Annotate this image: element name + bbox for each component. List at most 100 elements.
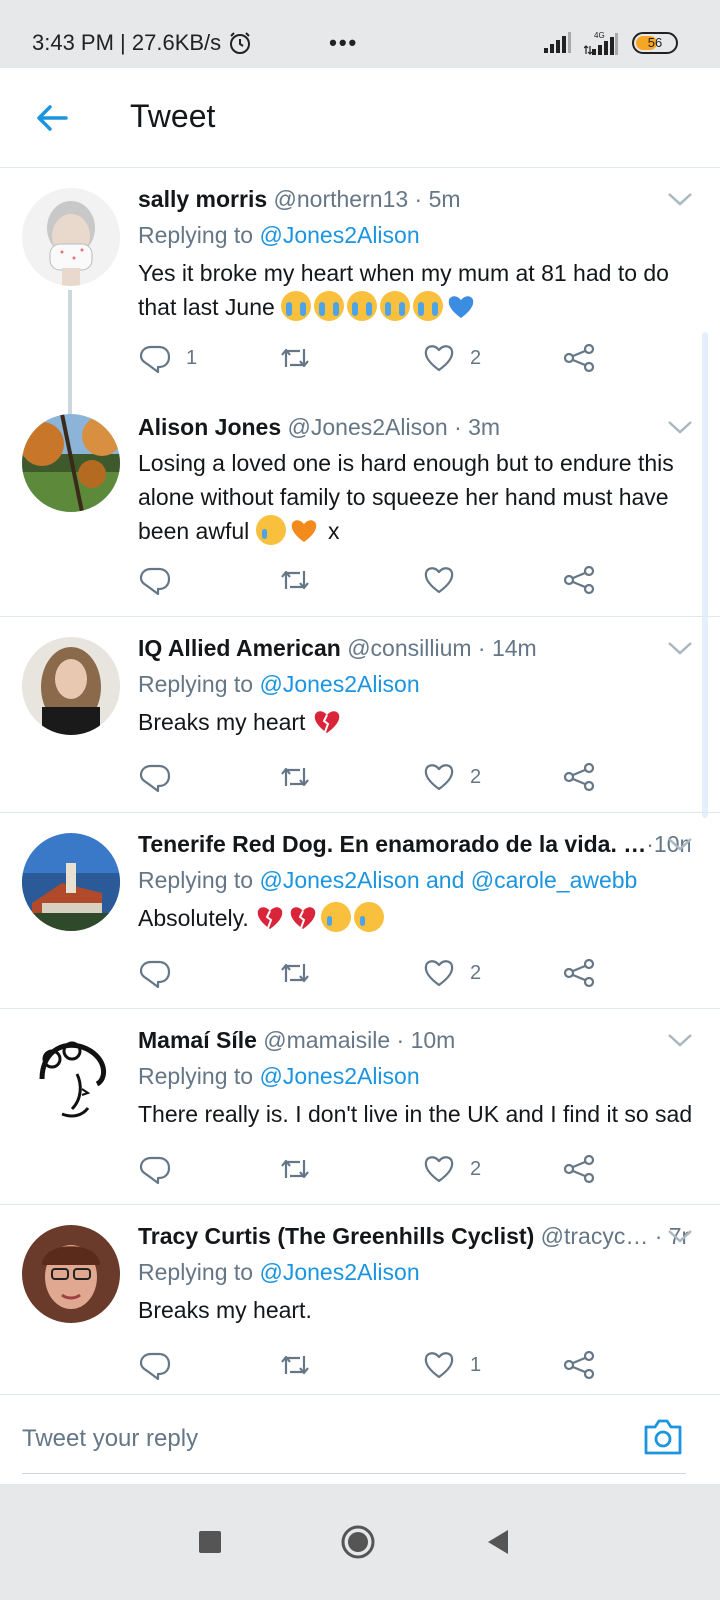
tweet-text-content: There really is. I don't live in the UK … bbox=[138, 1101, 693, 1127]
avatar[interactable] bbox=[22, 188, 120, 286]
avatar[interactable] bbox=[22, 1225, 120, 1323]
reply-button[interactable] bbox=[138, 560, 186, 600]
tweet-text: Breaks my heart bbox=[138, 705, 690, 739]
chevron-down-icon[interactable] bbox=[666, 1031, 694, 1049]
circle-icon[interactable] bbox=[338, 1522, 378, 1562]
retweet-button[interactable] bbox=[278, 338, 326, 378]
like-button[interactable]: 1 bbox=[422, 1345, 481, 1385]
battery-indicator: 56 bbox=[632, 32, 678, 54]
tweet-text: Absolutely. bbox=[138, 901, 690, 935]
avatar[interactable] bbox=[22, 414, 120, 512]
author-handle-time: @mamaisile · 10m bbox=[263, 1027, 456, 1053]
tweet-item[interactable]: Tenerife Red Dog. En enamorado de la vid… bbox=[0, 813, 720, 1009]
reply-button[interactable] bbox=[138, 1345, 186, 1385]
heart-icon bbox=[424, 1352, 454, 1379]
tweet-actions: 1 2 bbox=[138, 338, 608, 378]
tweet-text: Yes it broke my heart when my mum at 81 … bbox=[138, 256, 690, 324]
heart-icon bbox=[424, 1156, 454, 1183]
reply-composer bbox=[0, 1394, 720, 1484]
reply-button[interactable] bbox=[138, 953, 186, 993]
tweet-item[interactable]: Tracy Curtis (The Greenhills Cyclist) @t… bbox=[0, 1205, 720, 1394]
status-right: 4G 56 bbox=[542, 30, 678, 56]
author-name[interactable]: sally morris bbox=[138, 186, 267, 212]
sad-tear-face-emoji-icon bbox=[354, 902, 385, 932]
tweet-text-content: Breaks my heart. bbox=[138, 1297, 312, 1323]
reply-icon bbox=[139, 345, 171, 374]
mention-link[interactable]: @Jones2Alison bbox=[259, 1063, 419, 1089]
reply-button[interactable] bbox=[138, 757, 186, 797]
avatar[interactable] bbox=[22, 1029, 120, 1127]
tweet-author-line: IQ Allied American @consillium · 14m bbox=[138, 633, 690, 663]
mention-link[interactable]: @Jones2Alison bbox=[259, 671, 419, 697]
tweet-text-content: Breaks my heart bbox=[138, 709, 306, 735]
author-name[interactable]: Tenerife Red Dog. En enamorado de la vid… bbox=[138, 831, 646, 857]
chevron-down-icon[interactable] bbox=[666, 1227, 694, 1245]
tweet-item[interactable]: Mamaí Síle @mamaisile · 10m Replying to … bbox=[0, 1009, 720, 1205]
tweet-text: There really is. I don't live in the UK … bbox=[138, 1097, 693, 1131]
replying-prefix: Replying to bbox=[138, 671, 260, 697]
tweet-author-line: Tenerife Red Dog. En enamorado de la vid… bbox=[138, 829, 690, 859]
tweet-item[interactable]: Alison Jones @Jones2Alison · 3m Losing a… bbox=[0, 412, 720, 617]
retweet-icon bbox=[281, 570, 309, 590]
retweet-button[interactable] bbox=[278, 757, 326, 797]
share-button[interactable] bbox=[562, 1149, 596, 1189]
sad-tear-face-emoji-icon bbox=[321, 902, 352, 932]
tweet-actions: 2 bbox=[138, 757, 608, 797]
tweet-author-line: Mamaí Síle @mamaisile · 10m bbox=[138, 1025, 690, 1055]
chevron-down-icon[interactable] bbox=[666, 418, 694, 436]
author-name[interactable]: Alison Jones bbox=[138, 414, 281, 440]
chevron-down-icon[interactable] bbox=[666, 835, 694, 853]
reply-icon bbox=[139, 764, 171, 793]
chevron-down-icon[interactable] bbox=[666, 190, 694, 208]
share-button[interactable] bbox=[562, 338, 596, 378]
mention-link[interactable]: @Jones2Alison and @carole_awebb bbox=[259, 867, 637, 893]
reply-underline bbox=[22, 1473, 686, 1474]
like-count: 2 bbox=[470, 346, 482, 369]
status-time-speed: 3:43 PM | 27.6KB/s bbox=[32, 30, 222, 55]
triangle-back-icon[interactable] bbox=[480, 1522, 520, 1562]
avatar[interactable] bbox=[22, 637, 120, 735]
share-button[interactable] bbox=[562, 560, 596, 600]
retweet-button[interactable] bbox=[278, 1149, 326, 1189]
retweet-button[interactable] bbox=[278, 1345, 326, 1385]
square-icon[interactable] bbox=[190, 1522, 230, 1562]
author-name[interactable]: Mamaí Síle bbox=[138, 1027, 257, 1053]
mention-link[interactable]: @Jones2Alison bbox=[259, 1259, 419, 1285]
retweet-icon bbox=[281, 767, 309, 787]
like-button[interactable]: 2 bbox=[422, 953, 481, 993]
author-name[interactable]: IQ Allied American bbox=[138, 635, 341, 661]
heart-icon bbox=[424, 345, 454, 372]
alarm-icon bbox=[230, 32, 251, 54]
share-button[interactable] bbox=[562, 1345, 596, 1385]
system-nav-bar bbox=[0, 1484, 720, 1600]
retweet-button[interactable] bbox=[278, 953, 326, 993]
share-button[interactable] bbox=[562, 757, 596, 797]
reply-input[interactable] bbox=[22, 1419, 622, 1459]
mention-link[interactable]: @Jones2Alison bbox=[259, 222, 419, 248]
crying-face-emoji-icon bbox=[314, 291, 345, 321]
back-arrow-icon[interactable] bbox=[32, 98, 72, 138]
camera-icon[interactable] bbox=[642, 1417, 684, 1457]
like-button[interactable]: 2 bbox=[422, 757, 481, 797]
tweet-text-content: Losing a loved one is hard enough but to… bbox=[138, 450, 674, 544]
page-title: Tweet bbox=[130, 98, 216, 134]
avatar[interactable] bbox=[22, 833, 120, 931]
share-icon bbox=[563, 1154, 595, 1184]
replying-to: Replying to @Jones2Alison and @carole_aw… bbox=[138, 863, 690, 897]
tweet-content: Tenerife Red Dog. En enamorado de la vid… bbox=[138, 829, 690, 935]
reply-button[interactable]: 1 bbox=[138, 338, 197, 378]
author-name[interactable]: Tracy Curtis (The Greenhills Cyclist) bbox=[138, 1223, 534, 1249]
tweet-author-line: Tracy Curtis (The Greenhills Cyclist) @t… bbox=[138, 1221, 690, 1251]
like-button[interactable]: 2 bbox=[422, 338, 481, 378]
reply-button[interactable] bbox=[138, 1149, 186, 1189]
like-button[interactable]: 2 bbox=[422, 1149, 481, 1189]
tweet-item[interactable]: sally morris @northern13 · 5m Replying t… bbox=[0, 168, 720, 412]
chevron-down-icon[interactable] bbox=[666, 639, 694, 657]
status-bar: 3:43 PM | 27.6KB/s ••• 4G 56 bbox=[0, 0, 720, 68]
like-button[interactable] bbox=[422, 560, 470, 600]
like-count: 2 bbox=[470, 961, 482, 984]
share-button[interactable] bbox=[562, 953, 596, 993]
replying-to: Replying to @Jones2Alison bbox=[138, 218, 690, 252]
tweet-item[interactable]: IQ Allied American @consillium · 14m Rep… bbox=[0, 617, 720, 813]
retweet-button[interactable] bbox=[278, 560, 326, 600]
